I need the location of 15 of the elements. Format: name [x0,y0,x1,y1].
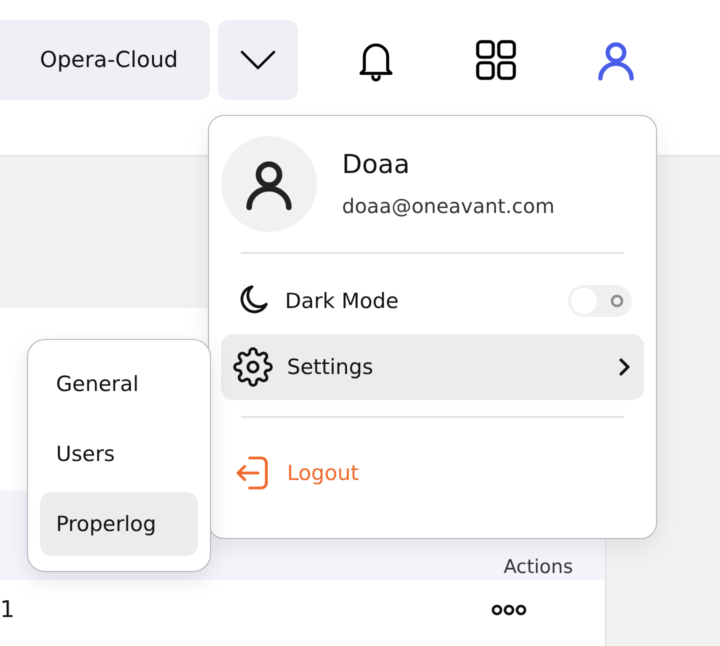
submenu-item[interactable]: Properlog [40,492,198,556]
chevron-down-icon [238,48,278,72]
user-email: doaa@oneavant.com [342,194,555,218]
settings-item[interactable]: Settings [221,334,644,400]
gear-icon [233,347,273,387]
table-cell: 1 [0,597,15,623]
dark-mode-toggle[interactable] [568,285,632,317]
apps-button[interactable] [474,38,518,82]
chevron-right-icon [618,357,632,377]
grid-icon [474,38,518,82]
workspace-selector[interactable]: Opera-Cloud [0,20,210,100]
circle-icon [610,294,624,308]
user-name: Doaa [342,150,411,180]
more-icon[interactable] [491,604,527,616]
column-header: Actions [504,556,573,578]
